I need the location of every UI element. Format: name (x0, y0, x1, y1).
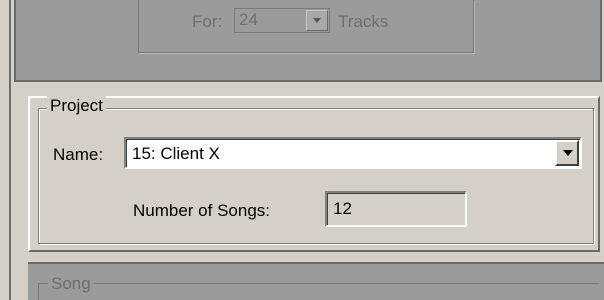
number-of-songs-label: Number of Songs: (133, 201, 271, 220)
for-label: For: (192, 12, 223, 31)
tracks-label: Tracks (338, 12, 389, 31)
project-name-dropdown[interactable]: 15: Client X (124, 137, 582, 169)
window-left-border (9, 0, 11, 300)
app-window: For: 24 Tracks Project Name: 15: Client … (0, 0, 604, 300)
chevron-down-icon (313, 18, 321, 23)
tracks-panel: For: 24 Tracks (14, 0, 602, 82)
chevron-down-icon (563, 150, 573, 156)
project-group-box (38, 108, 594, 244)
number-of-songs-field: 12 (325, 191, 467, 227)
song-group-box (38, 283, 599, 300)
window-left-edge (0, 0, 12, 300)
name-label: Name: (53, 145, 104, 164)
tracks-count-dropdown[interactable]: 24 (234, 8, 330, 33)
project-name-dropdown-button[interactable] (555, 140, 579, 166)
project-group-title: Project (47, 96, 106, 116)
tracks-count-value: 24 (239, 10, 258, 29)
section-separator (14, 82, 604, 92)
number-of-songs-value: 12 (333, 199, 352, 218)
tracks-dropdown-button[interactable] (306, 10, 328, 31)
project-name-value: 15: Client X (132, 144, 220, 163)
song-group-title: Song (48, 274, 94, 294)
